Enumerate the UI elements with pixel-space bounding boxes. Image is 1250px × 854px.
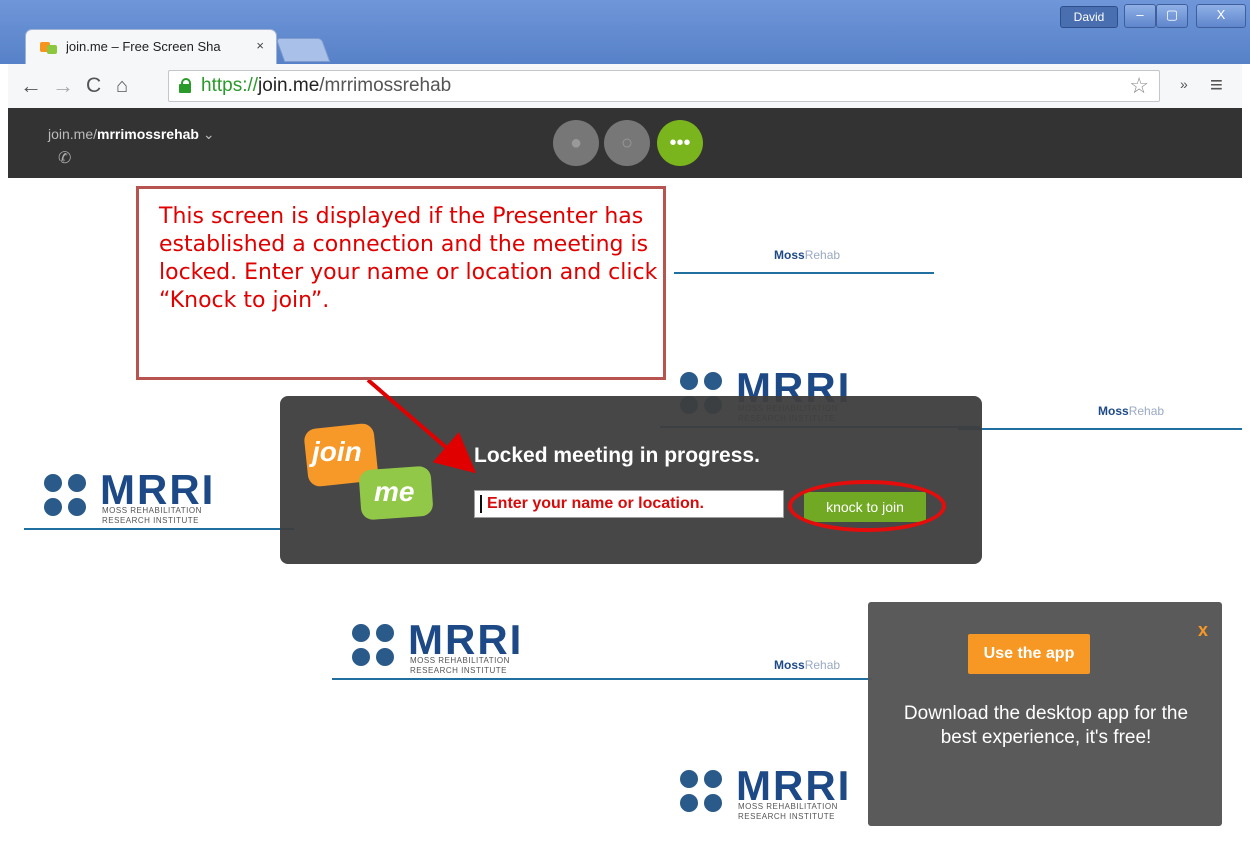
bookmark-star-icon[interactable]: ☆ (1129, 73, 1149, 99)
page-content: join.me/mrrimossrehab ⌄ ✆ ● ○ ••• MossRe… (8, 108, 1242, 854)
back-arrow-icon[interactable]: ← (20, 74, 42, 98)
url-text: https://join.me/mrrimossrehab (201, 75, 451, 97)
forward-arrow-icon[interactable]: → (52, 74, 74, 98)
joinme-favicon-icon (40, 40, 58, 54)
callout-text: This screen is displayed if the Presente… (159, 204, 658, 313)
reload-icon[interactable]: C (86, 74, 101, 98)
annotation-callout: This screen is displayed if the Presente… (136, 186, 666, 380)
maximize-button[interactable]: ▢ (1156, 4, 1188, 28)
window-titlebar: join.me – Free Screen Sha × David – ▢ X (0, 0, 1250, 64)
minimize-button[interactable]: – (1124, 4, 1156, 28)
address-bar[interactable]: https://join.me/mrrimossrehab ☆ (168, 70, 1160, 102)
url-path: /mrrimossrehab (319, 75, 452, 96)
menu-icon[interactable]: ≡ (1210, 72, 1223, 98)
browser-toolbar: ← → C ⌂ https://join.me/mrrimossrehab ☆ … (8, 64, 1242, 109)
home-icon[interactable]: ⌂ (116, 74, 128, 98)
url-scheme: https:// (201, 75, 259, 96)
close-icon[interactable]: x (1198, 620, 1208, 641)
extensions-overflow-icon[interactable]: » (1180, 76, 1188, 92)
close-window-button[interactable]: X (1196, 4, 1246, 28)
new-tab-button[interactable] (275, 38, 331, 62)
tab-close-icon[interactable]: × (256, 38, 264, 53)
app-promo-panel: x Use the app Download the desktop app f… (868, 602, 1222, 826)
lock-icon (179, 78, 191, 93)
promo-text: Download the desktop app for the best ex… (903, 703, 1189, 748)
tab-title: join.me – Free Screen Sha (66, 39, 221, 54)
use-the-app-button[interactable]: Use the app (968, 634, 1090, 674)
url-host: join.me (258, 75, 320, 96)
browser-tab[interactable]: join.me – Free Screen Sha × (26, 30, 276, 64)
profile-button[interactable]: David (1060, 6, 1118, 28)
browser-window: join.me – Free Screen Sha × David – ▢ X … (0, 0, 1250, 854)
